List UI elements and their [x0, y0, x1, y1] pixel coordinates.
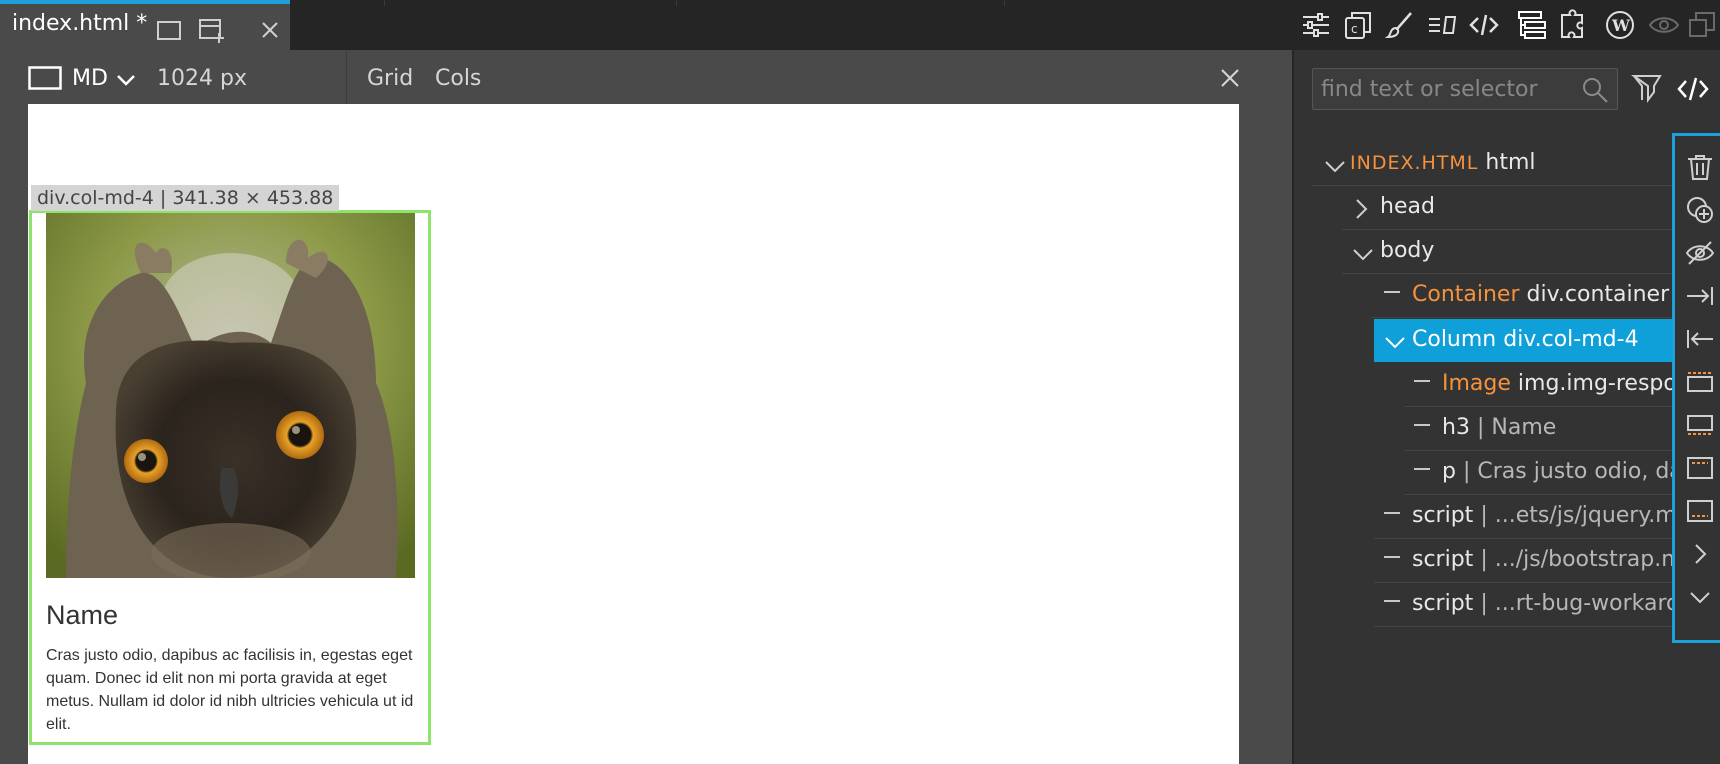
tree-node-tag: html: [1485, 150, 1536, 175]
cols-button[interactable]: Cols: [435, 66, 481, 91]
tree-leaf-dash: [1414, 424, 1430, 426]
tree-node-tag: script: [1412, 591, 1474, 616]
tree-node-tag: h3: [1442, 415, 1470, 440]
chevron-down-icon[interactable]: [1352, 246, 1374, 265]
tree-node-label: Column div.col-md-4: [1412, 327, 1639, 352]
chevron-down-icon[interactable]: [1384, 334, 1406, 353]
tree-node-label: body: [1380, 238, 1435, 263]
tree-node-script[interactable]: script | .../js/bootstrap.mi: [1374, 539, 1672, 583]
search-input[interactable]: [1321, 75, 1571, 103]
tree-separator: |: [1480, 503, 1488, 528]
tree-leaf-dash: [1414, 468, 1430, 470]
tree-node-selector: img.img-respon: [1517, 371, 1672, 396]
tree-leaf-dash: [1414, 380, 1430, 382]
append-icon[interactable]: [1685, 496, 1715, 526]
trash-icon[interactable]: [1685, 152, 1715, 182]
divider: [1374, 626, 1672, 627]
tree-node-selector: div.container: [1526, 282, 1670, 307]
tree-node-label: head: [1380, 194, 1435, 219]
divider: [384, 0, 385, 6]
tree-node-column-selected[interactable]: Column div.col-md-4: [1374, 319, 1672, 362]
tree-node-tag: script: [1412, 547, 1474, 572]
duplicate-icon[interactable]: [1686, 9, 1718, 41]
tree-node-type: Image: [1442, 371, 1511, 396]
outdent-icon[interactable]: [1685, 324, 1715, 354]
tree-leaf-dash: [1384, 512, 1400, 514]
tree-node-script[interactable]: script | ...ets/js/jquery.mi: [1374, 495, 1672, 539]
grid-button[interactable]: Grid: [367, 66, 413, 91]
divider: [1004, 0, 1005, 6]
tree-node-text: ...ets/js/jquery.mi: [1494, 503, 1672, 528]
chevron-down-icon[interactable]: [1685, 582, 1715, 612]
svg-text:c: c: [1351, 22, 1358, 36]
tree-node-type: INDEX.HTML: [1350, 152, 1479, 174]
tree-node-p[interactable]: p | Cras justo odio, da: [1404, 451, 1672, 495]
eye-icon[interactable]: [1648, 9, 1680, 41]
device-icon[interactable]: [28, 66, 62, 90]
close-icon[interactable]: [1219, 67, 1241, 89]
tree-separator: |: [1476, 415, 1485, 440]
canvas-width: 1024 px: [157, 66, 247, 91]
hide-icon[interactable]: [1685, 238, 1715, 268]
prepend-icon[interactable]: [1685, 453, 1715, 483]
code-icon[interactable]: [1468, 9, 1500, 41]
divider: [1372, 317, 1672, 318]
tab-title: index.html *: [12, 11, 148, 36]
page-view-icon[interactable]: [156, 16, 184, 44]
search-icon[interactable]: [1581, 76, 1609, 104]
tree-leaf-dash: [1384, 600, 1400, 602]
insert-before-icon[interactable]: [1685, 367, 1715, 397]
canvas-toolbar: MD 1024 px Grid Cols: [0, 50, 1292, 104]
components-icon[interactable]: c: [1342, 9, 1374, 41]
tree-node-h3[interactable]: h3 | Name: [1404, 407, 1672, 451]
divider: [346, 50, 347, 104]
tree-icon[interactable]: [1516, 9, 1548, 41]
tree-node-image[interactable]: Image img.img-respon: [1404, 363, 1672, 407]
tree-node-text: Name: [1491, 415, 1557, 440]
indent-icon[interactable]: [1685, 281, 1715, 311]
tree-node-html[interactable]: INDEX.HTML html: [1312, 142, 1672, 186]
document-tab[interactable]: index.html *: [0, 0, 290, 50]
tree-node-text: ...rt-bug-workarou: [1494, 591, 1672, 616]
selection-label: div.col-md-4 | 341.38 × 453.88: [31, 185, 340, 211]
brush-icon[interactable]: [1384, 9, 1416, 41]
tree-node-text: Cras justo odio, da: [1477, 459, 1672, 484]
tree-node-body[interactable]: body: [1342, 230, 1672, 274]
plugins-icon[interactable]: [1558, 9, 1590, 41]
card-heading: Name: [46, 600, 119, 630]
tree-node-text: .../js/bootstrap.mi: [1494, 547, 1672, 572]
sliders-icon[interactable]: [1300, 9, 1332, 41]
tree-separator: |: [1462, 459, 1471, 484]
top-tab-bar: index.html * c W: [0, 0, 1720, 50]
tree-node-tag: script: [1412, 503, 1474, 528]
tree-node-container[interactable]: Container div.container: [1372, 274, 1672, 318]
tree-leaf-dash: [1384, 291, 1400, 293]
tree-node-head[interactable]: head: [1342, 186, 1672, 230]
close-tab-icon[interactable]: [256, 16, 284, 44]
card-paragraph: Cras justo odio, dapibus ac facilisis in…: [46, 647, 414, 733]
new-window-icon[interactable]: [198, 16, 226, 44]
divider: [676, 0, 677, 6]
tree-node-type: Container: [1412, 282, 1520, 307]
wordpress-icon[interactable]: W: [1604, 9, 1636, 41]
search-box: [1312, 68, 1618, 110]
code-view-icon[interactable]: [1676, 72, 1710, 106]
node-actions-strip: [1672, 133, 1720, 643]
tree-leaf-dash: [1384, 556, 1400, 558]
tree-node-script[interactable]: script | ...rt-bug-workarou: [1374, 583, 1672, 627]
device-size-dropdown[interactable]: MD: [72, 66, 108, 91]
chevron-down-icon[interactable]: [116, 72, 136, 86]
tree-node-tag: p: [1442, 459, 1456, 484]
owl-image[interactable]: [46, 213, 415, 578]
tree-separator: |: [1480, 591, 1488, 616]
chevron-right-icon[interactable]: [1354, 198, 1368, 224]
filter-funnel-icon[interactable]: [1630, 72, 1664, 106]
add-element-icon[interactable]: [1685, 195, 1715, 225]
insert-after-icon[interactable]: [1685, 410, 1715, 440]
chevron-down-icon[interactable]: [1324, 158, 1346, 177]
svg-text:W: W: [1611, 16, 1631, 35]
align-icon[interactable]: [1426, 9, 1458, 41]
tree-separator: |: [1480, 547, 1488, 572]
chevron-right-icon[interactable]: [1685, 539, 1715, 569]
